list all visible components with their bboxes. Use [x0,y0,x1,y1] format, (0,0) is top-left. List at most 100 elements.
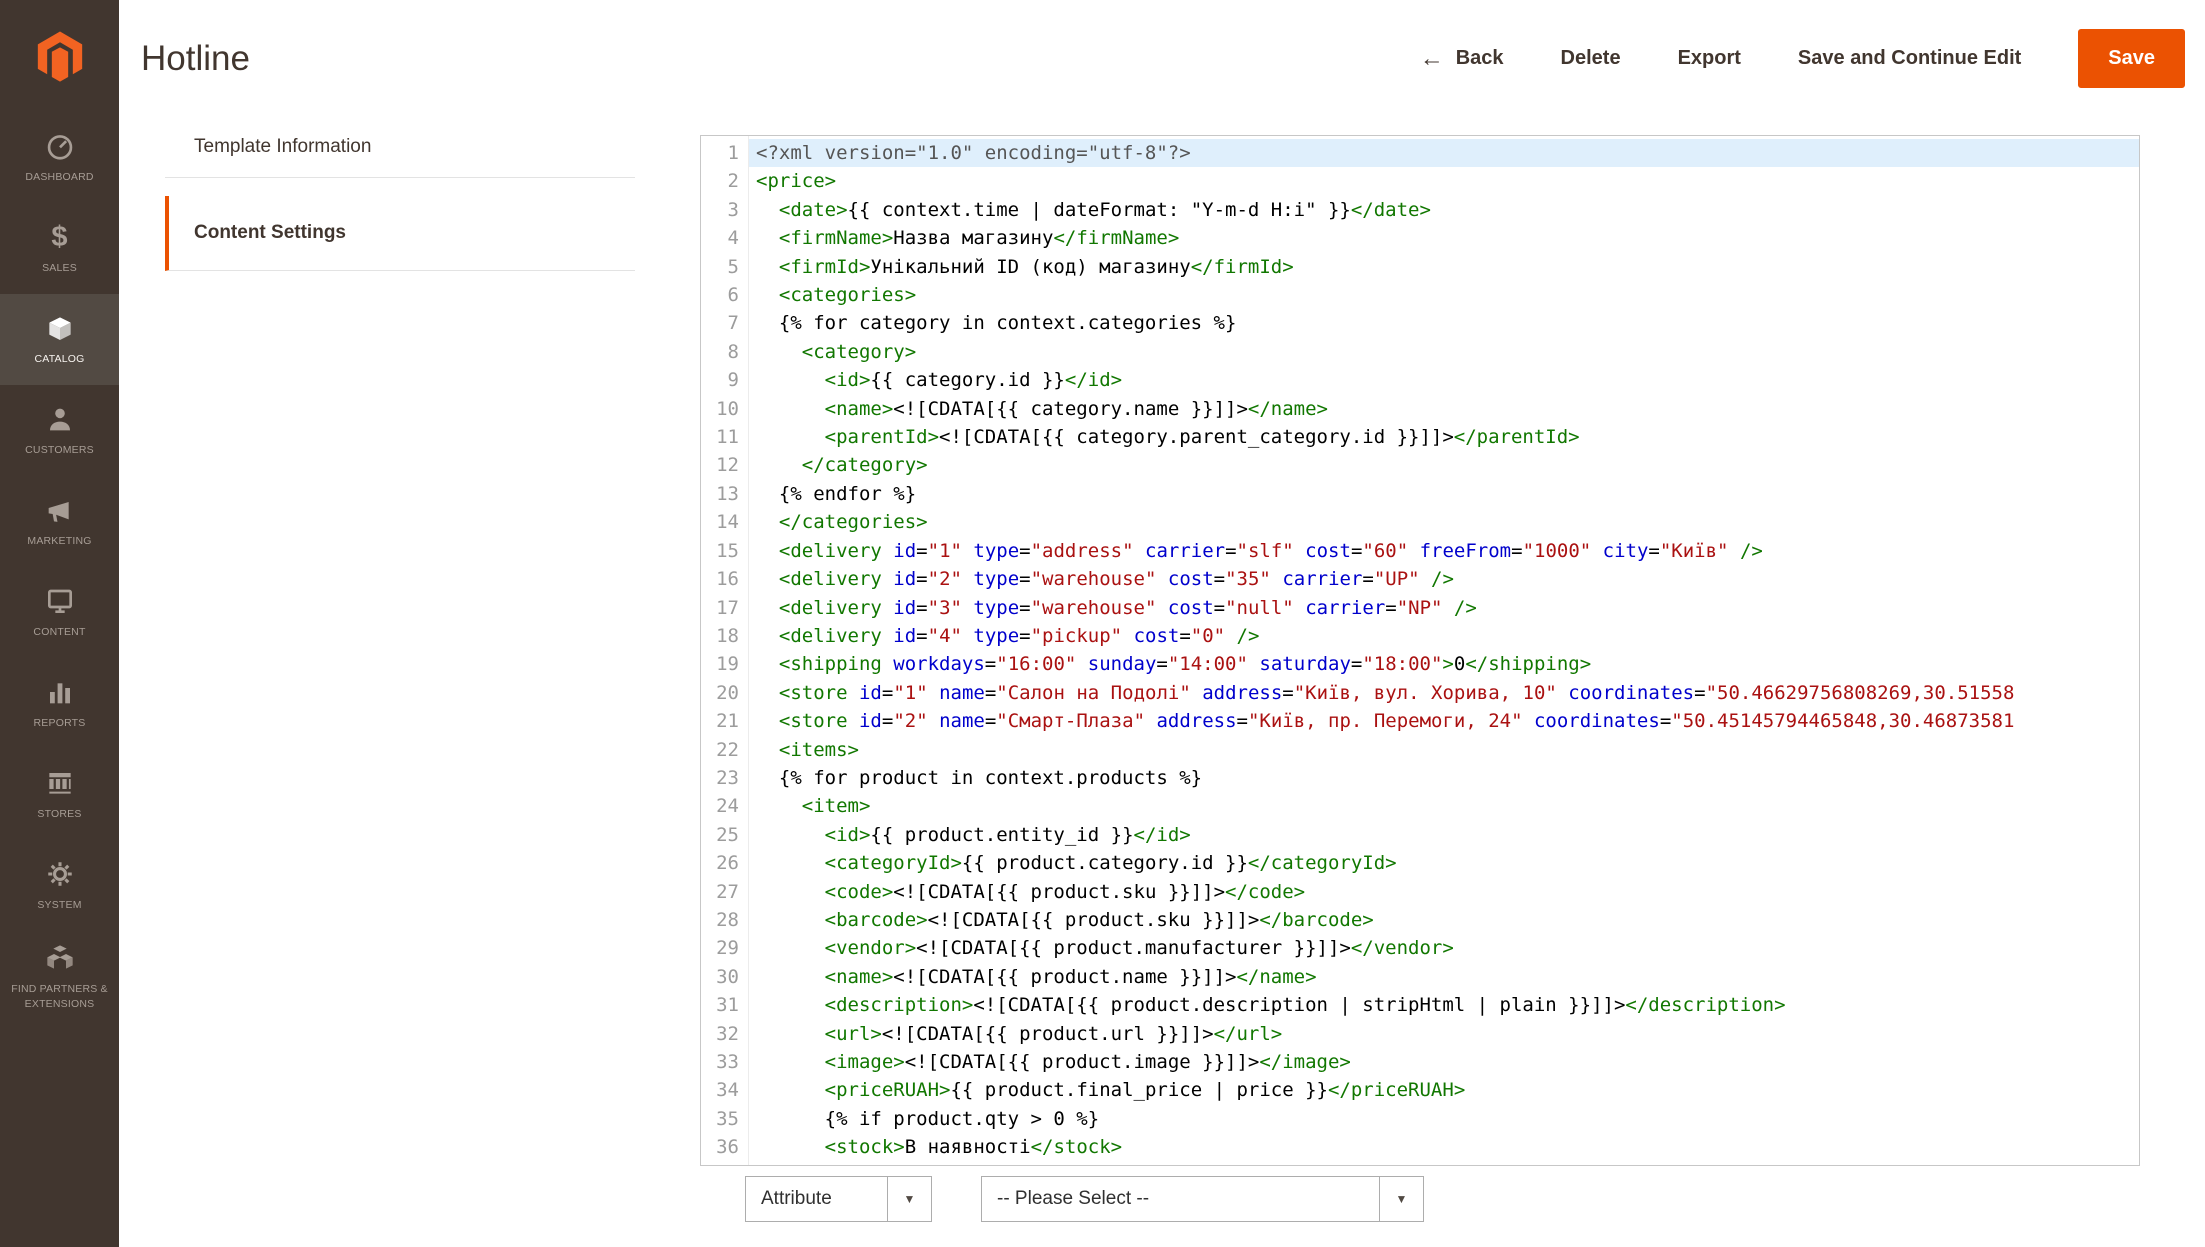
please-select-dropdown[interactable]: -- Please Select -- ▼ [981,1176,1424,1222]
line-number: 17 [701,594,748,622]
attribute-select[interactable]: Attribute ▼ [745,1176,932,1222]
line-number: 5 [701,253,748,281]
code-line: <delivery id="3" type="warehouse" cost="… [749,594,2139,622]
sidebar-item-label: CUSTOMERS [21,443,98,457]
line-number: 8 [701,338,748,366]
catalog-icon [44,312,76,344]
code-line: <?xml version="1.0" encoding="utf-8"?> [749,139,2139,167]
line-number: 23 [701,764,748,792]
chevron-down-icon[interactable]: ▼ [1379,1177,1423,1221]
attribute-select-value: Attribute [746,1177,887,1221]
sidebar-item-label: MARKETING [23,534,95,548]
line-number: 34 [701,1076,748,1104]
code-line: <shipping workdays="16:00" sunday="14:00… [749,650,2139,678]
line-number: 21 [701,707,748,735]
code-line: {% if product.qty > 0 %} [749,1105,2139,1133]
code-line: <description><![CDATA[{{ product.descrip… [749,991,2139,1019]
sidebar-item-dashboard[interactable]: DASHBOARD [0,112,119,203]
line-number: 29 [701,934,748,962]
sidebar-item-find-partners[interactable]: FIND PARTNERS & EXTENSIONS [0,931,119,1022]
line-number: 12 [701,451,748,479]
line-number: 1 [701,139,748,167]
code-line: <categories> [749,281,2139,309]
system-icon [44,858,76,890]
sidebar-item-sales[interactable]: $ SALES [0,203,119,294]
code-line: <name><![CDATA[{{ product.name }}]]></na… [749,963,2139,991]
magento-logo[interactable] [0,0,119,112]
header-actions: ← Back Delete Export Save and Continue E… [1420,29,2185,88]
delete-button[interactable]: Delete [1561,47,1621,70]
sidebar-item-label: CATALOG [30,352,88,366]
line-number: 6 [701,281,748,309]
line-number: 13 [701,480,748,508]
line-number: 30 [701,963,748,991]
save-button[interactable]: Save [2078,29,2185,88]
code-line: <delivery id="1" type="address" carrier=… [749,537,2139,565]
line-number: 31 [701,991,748,1019]
save-and-continue-button[interactable]: Save and Continue Edit [1798,47,2021,70]
code-line: <name><![CDATA[{{ category.name }}]]></n… [749,395,2139,423]
code-line: <vendor><![CDATA[{{ product.manufacturer… [749,934,2139,962]
editor-code[interactable]: <?xml version="1.0" encoding="utf-8"?> <p… [749,136,2139,1165]
sidebar-item-reports[interactable]: REPORTS [0,658,119,749]
sidebar-item-label: REPORTS [30,716,90,730]
sidebar-item-marketing[interactable]: MARKETING [0,476,119,567]
line-number: 19 [701,650,748,678]
sidebar-item-customers[interactable]: CUSTOMERS [0,385,119,476]
editor-gutter: 1234567891011121314151617181920212223242… [701,136,749,1165]
sidebar-item-catalog[interactable]: CATALOG [0,294,119,385]
line-number: 14 [701,508,748,536]
sidebar-item-label: SALES [38,261,81,275]
sidebar-item-label: FIND PARTNERS & EXTENSIONS [0,982,119,1010]
line-number: 15 [701,537,748,565]
code-line: <categoryId>{{ product.category.id }}</c… [749,849,2139,877]
sidebar-item-content[interactable]: CONTENT [0,567,119,658]
line-number: 11 [701,423,748,451]
code-line: {% for category in context.categories %} [749,309,2139,337]
code-line: <date>{{ context.time | dateFormat: "Y-m… [749,196,2139,224]
code-line: <delivery id="4" type="pickup" cost="0" … [749,622,2139,650]
code-line: <firmName>Назва магазину</firmName> [749,224,2139,252]
line-number: 28 [701,906,748,934]
sidebar-item-label: SYSTEM [33,898,85,912]
export-button[interactable]: Export [1678,47,1741,70]
code-line: </category> [749,451,2139,479]
line-number: 36 [701,1133,748,1161]
line-number: 24 [701,792,748,820]
code-line: <stock>В наявності</stock> [749,1133,2139,1161]
page-title: Hotline [141,39,250,79]
code-line: <item> [749,792,2139,820]
code-line: {% for product in context.products %} [749,764,2139,792]
sales-icon: $ [51,221,67,253]
back-arrow-icon: ← [1420,47,1444,71]
back-button[interactable]: ← Back [1420,47,1504,71]
line-number: 3 [701,196,748,224]
line-number: 4 [701,224,748,252]
tab-content-settings[interactable]: Content Settings [165,196,635,271]
code-line: <id>{{ product.entity_id }}</id> [749,821,2139,849]
content-icon [44,585,76,617]
line-number: 26 [701,849,748,877]
chevron-down-icon[interactable]: ▼ [887,1177,931,1221]
sidebar-item-system[interactable]: SYSTEM [0,840,119,931]
line-number: 9 [701,366,748,394]
code-line: <store id="1" name="Салон на Подолі" add… [749,679,2139,707]
code-line: <id>{{ category.id }}</id> [749,366,2139,394]
tab-template-information[interactable]: Template Information [165,117,635,178]
customers-icon [44,403,76,435]
stores-icon [44,767,76,799]
code-line: {% endfor %} [749,480,2139,508]
sidebar-item-stores[interactable]: STORES [0,749,119,840]
line-number: 27 [701,878,748,906]
marketing-icon [44,494,76,526]
sidebar-item-label: STORES [33,807,85,821]
code-line: <barcode><![CDATA[{{ product.sku }}]]></… [749,906,2139,934]
template-code-editor[interactable]: 1234567891011121314151617181920212223242… [700,135,2140,1166]
sidebar-item-label: DASHBOARD [21,170,97,184]
code-line: <delivery id="2" type="warehouse" cost="… [749,565,2139,593]
magento-logo-icon [32,28,88,84]
line-number: 18 [701,622,748,650]
reports-icon [44,676,76,708]
partners-icon [44,942,76,974]
code-line: <parentId><![CDATA[{{ category.parent_ca… [749,423,2139,451]
